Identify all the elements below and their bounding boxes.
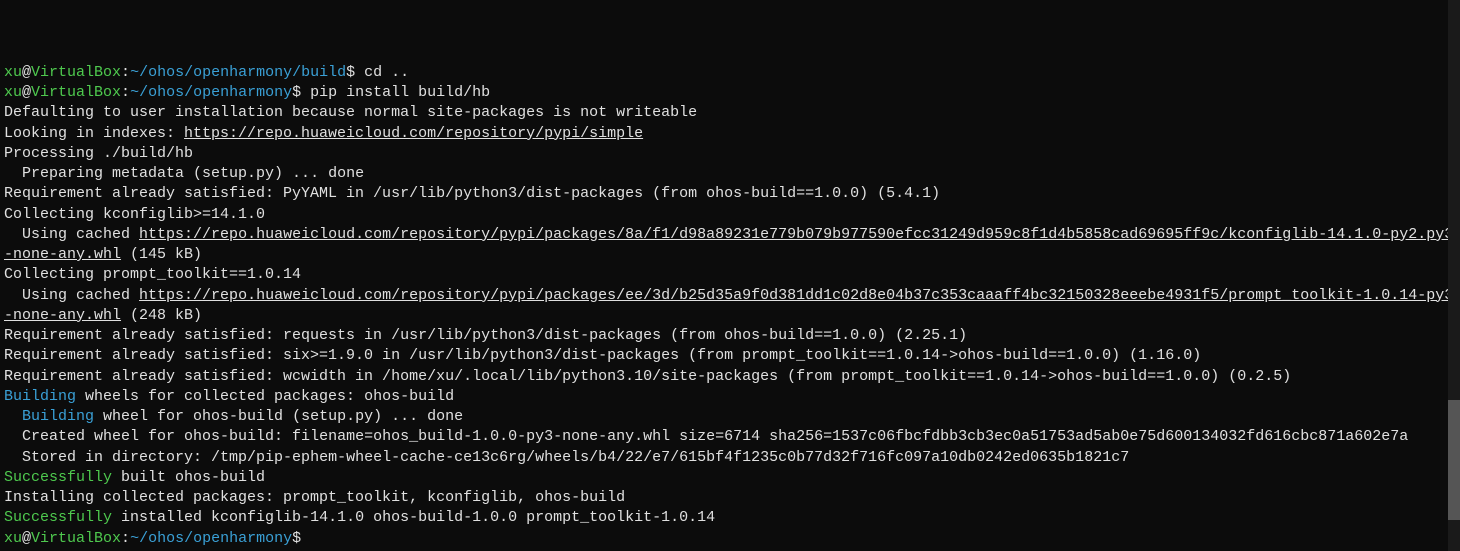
prompt-line: xu@VirtualBox:~/ohos/openharmony$ [4, 530, 310, 547]
prompt-at: @ [22, 84, 31, 101]
output-line: Requirement already satisfied: requests … [4, 327, 967, 344]
prompt-path: ~/ohos/openharmony [130, 84, 292, 101]
prompt-path: ~/ohos/openharmony [130, 530, 292, 547]
output-line: Successfully built ohos-build [4, 469, 265, 486]
output-line: Defaulting to user installation because … [4, 104, 697, 121]
output-line: Created wheel for ohos-build: filename=o… [4, 428, 1408, 445]
scrollbar-thumb[interactable] [1448, 400, 1460, 520]
output-line: Using cached https://repo.huaweicloud.co… [4, 287, 1453, 324]
prompt-host: VirtualBox [31, 530, 121, 547]
output-line: Using cached https://repo.huaweicloud.co… [4, 226, 1453, 263]
success-label: Successfully [4, 469, 112, 486]
output-line: Requirement already satisfied: wcwidth i… [4, 368, 1291, 385]
prompt-colon: : [121, 530, 130, 547]
prompt-host: VirtualBox [31, 64, 121, 81]
output-line: Successfully installed kconfiglib-14.1.0… [4, 509, 715, 526]
output-line: Installing collected packages: prompt_to… [4, 489, 625, 506]
output-line: Collecting kconfiglib>=14.1.0 [4, 206, 265, 223]
output-line: Requirement already satisfied: six>=1.9.… [4, 347, 1201, 364]
prompt-at: @ [22, 64, 31, 81]
building-label: Building [4, 388, 76, 405]
prompt-at: @ [22, 530, 31, 547]
success-label: Successfully [4, 509, 112, 526]
prompt-path: ~/ohos/openharmony/build [130, 64, 346, 81]
prompt-dollar: $ [346, 64, 364, 81]
output-line: Collecting prompt_toolkit==1.0.14 [4, 266, 301, 283]
prompt-dollar: $ [292, 530, 310, 547]
package-url[interactable]: https://repo.huaweicloud.com/repository/… [4, 226, 1453, 263]
package-url[interactable]: https://repo.huaweicloud.com/repository/… [4, 287, 1453, 324]
prompt-user: xu [4, 64, 22, 81]
output-line: Looking in indexes: https://repo.huaweic… [4, 125, 643, 142]
index-url[interactable]: https://repo.huaweicloud.com/repository/… [184, 125, 643, 142]
prompt-user: xu [4, 530, 22, 547]
building-label: Building [4, 408, 94, 425]
prompt-line: xu@VirtualBox:~/ohos/openharmony$ pip in… [4, 84, 490, 101]
prompt-user: xu [4, 84, 22, 101]
command-input: cd .. [364, 64, 409, 81]
prompt-host: VirtualBox [31, 84, 121, 101]
terminal-output[interactable]: xu@VirtualBox:~/ohos/openharmony/build$ … [0, 0, 1460, 551]
prompt-dollar: $ [292, 84, 310, 101]
output-line: Building wheels for collected packages: … [4, 388, 454, 405]
prompt-colon: : [121, 64, 130, 81]
output-line: Preparing metadata (setup.py) ... done [4, 165, 364, 182]
output-line: Processing ./build/hb [4, 145, 193, 162]
prompt-line: xu@VirtualBox:~/ohos/openharmony/build$ … [4, 64, 409, 81]
output-line: Stored in directory: /tmp/pip-ephem-whee… [4, 449, 1129, 466]
prompt-colon: : [121, 84, 130, 101]
output-line: Building wheel for ohos-build (setup.py)… [4, 408, 463, 425]
command-input: pip install build/hb [310, 84, 490, 101]
output-line: Requirement already satisfied: PyYAML in… [4, 185, 940, 202]
